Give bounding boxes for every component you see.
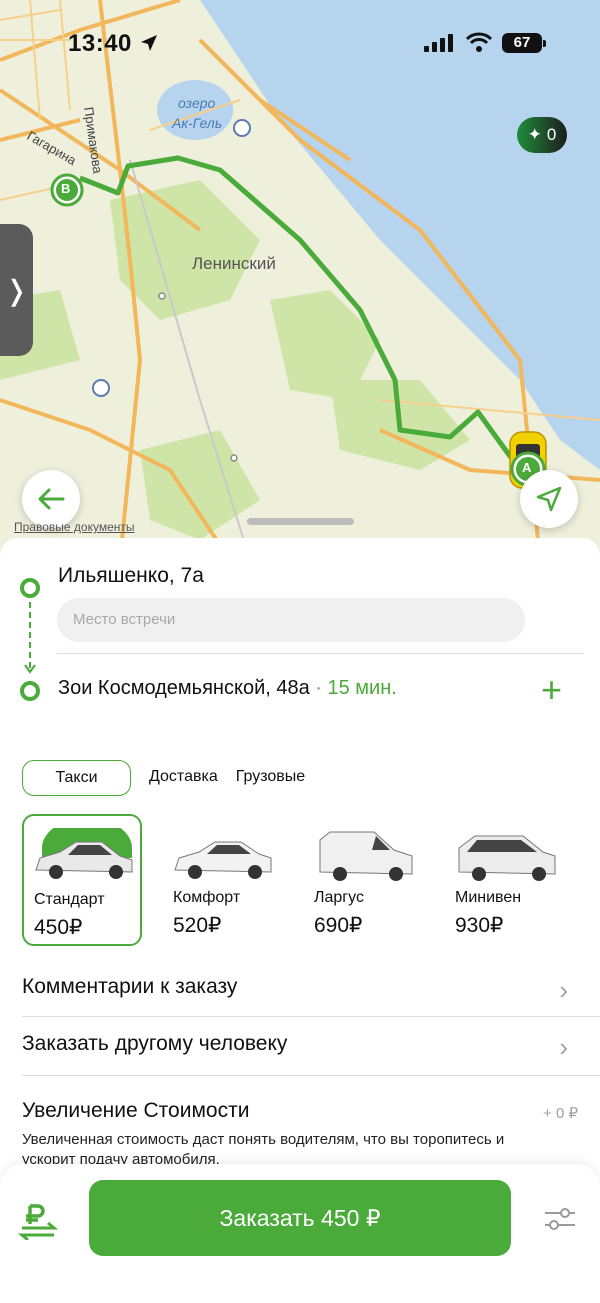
tariff-name: Ларгус: [314, 889, 364, 906]
wifi-icon: [466, 32, 492, 52]
tariff-largus[interactable]: Ларгус 690₽: [304, 814, 424, 946]
comments-label: Комментарии к заказу: [22, 975, 238, 998]
status-time: 13:40: [68, 30, 132, 57]
service-tabs: Такси Доставка Грузовые: [22, 760, 305, 796]
tariff-name: Стандарт: [34, 891, 105, 908]
battery-indicator: 67: [502, 33, 546, 53]
my-location-button[interactable]: [520, 470, 578, 528]
tab-delivery[interactable]: Доставка: [149, 760, 218, 796]
destination-text: Зои Космодемьянской, 48а: [58, 677, 310, 699]
price-increase-value: + 0 ₽: [543, 1105, 578, 1122]
trip-eta: · 15 мин.: [309, 677, 397, 699]
map-label-lake: озеро: [178, 95, 216, 111]
sedan-car-icon: [35, 828, 133, 879]
map-background: [0, 0, 600, 560]
minivan-car-icon: [458, 835, 556, 881]
van-car-icon: [319, 831, 413, 881]
pickup-address[interactable]: Ильяшенко, 7а: [58, 564, 204, 588]
comfort-car-icon: [174, 841, 272, 879]
route-start-dot: [20, 578, 40, 598]
price-increase-row[interactable]: Увеличение Стоимости: [22, 1099, 578, 1123]
tariff-list: Стандарт 450₽ Комфорт 520₽ Ларгус 690₽ М…: [22, 814, 600, 948]
bottom-action-bar: Заказать 450 ₽: [0, 1164, 600, 1303]
tariff-price: 520₽: [173, 914, 222, 937]
tariff-standard[interactable]: Стандарт 450₽: [22, 814, 142, 946]
legal-docs-link[interactable]: Правовые документы: [14, 520, 135, 534]
tariff-name: Комфорт: [173, 889, 241, 906]
tariff-minivan[interactable]: Минивен 930₽: [445, 814, 565, 946]
map-marker-a[interactable]: А: [522, 460, 531, 475]
arrow-left-icon: [38, 488, 65, 510]
navigation-arrow-icon: [536, 486, 562, 512]
bonus-badge[interactable]: ✦ 0: [517, 117, 567, 153]
map-label-district: Ленинский: [192, 254, 276, 273]
tariff-name: Минивен: [455, 889, 522, 906]
add-stop-button[interactable]: +: [541, 672, 562, 708]
chevron-right-icon: ›: [559, 1032, 568, 1062]
price-increase-title: Увеличение Стоимости: [22, 1099, 250, 1122]
bonus-count: 0: [546, 125, 557, 144]
map-label-lake-name: Ак-Гель: [172, 115, 223, 131]
divider: [22, 1016, 600, 1017]
chevron-right-icon: ❭: [4, 274, 29, 306]
meeting-point-input[interactable]: Место встречи: [57, 598, 525, 642]
tariff-price: 450₽: [34, 916, 83, 939]
map-view[interactable]: озеро Ак-Гель Ленинский Примакова Гагари…: [0, 0, 600, 560]
map-marker-b[interactable]: В: [61, 181, 70, 196]
status-bar: 13:40 67: [0, 26, 600, 66]
route-end-dot: [20, 681, 40, 701]
signal-icon: [424, 34, 453, 52]
tariff-price: 690₽: [314, 914, 363, 937]
route-connector: [29, 602, 31, 668]
comments-row[interactable]: Комментарии к заказу ›: [22, 975, 578, 1005]
order-for-other-label: Заказать другому человеку: [22, 1032, 288, 1055]
location-arrow-icon: [141, 35, 157, 51]
sheet-grabber[interactable]: [247, 518, 354, 525]
tab-cargo[interactable]: Грузовые: [236, 760, 305, 796]
sparkle-icon: ✦: [527, 125, 542, 144]
divider: [57, 653, 584, 654]
chevron-right-icon: ›: [559, 975, 568, 1005]
route-arrow-down-icon: [24, 664, 36, 674]
tariff-comfort[interactable]: Комфорт 520₽: [163, 814, 283, 946]
divider: [22, 1075, 600, 1076]
tariff-price: 930₽: [455, 914, 504, 937]
payment-method-icon[interactable]: [18, 1204, 58, 1240]
order-button[interactable]: Заказать 450 ₽: [89, 1180, 511, 1256]
destination-address[interactable]: Зои Космодемьянской, 48а · 15 мин.: [58, 677, 397, 700]
side-menu-handle[interactable]: ❭: [0, 224, 33, 356]
order-for-other-row[interactable]: Заказать другому человеку ›: [22, 1032, 578, 1062]
tab-taxi[interactable]: Такси: [22, 760, 131, 796]
filter-settings-icon[interactable]: [543, 1206, 577, 1232]
order-sheet: Ильяшенко, 7а Место встречи Зои Космодем…: [0, 518, 600, 1303]
